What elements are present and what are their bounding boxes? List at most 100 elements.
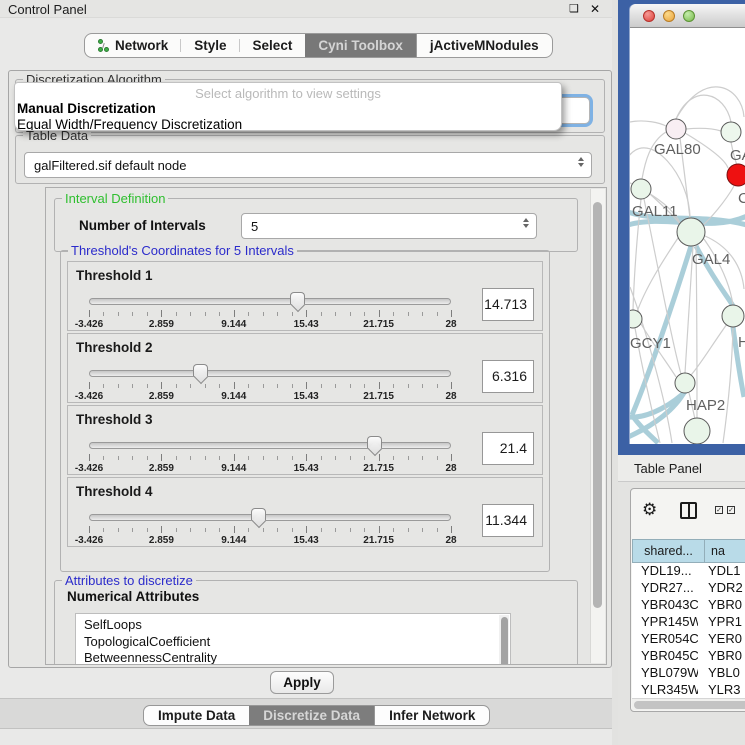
threshold-2-label: Threshold 2 bbox=[76, 340, 153, 355]
table-row[interactable]: YBR043CYBR0 bbox=[632, 597, 745, 614]
node-label: GAL11 bbox=[632, 203, 678, 220]
node-label: GA bbox=[730, 147, 745, 164]
attributes-group-label: Attributes to discretize bbox=[62, 573, 196, 588]
list-item[interactable]: BetweennessCentrality bbox=[84, 650, 510, 665]
table-row[interactable]: YLR345WYLR3 bbox=[632, 682, 745, 698]
column-header-shared[interactable]: shared... bbox=[632, 539, 705, 563]
threshold-1-slider[interactable] bbox=[89, 298, 451, 305]
threshold-2-value-field[interactable]: 6.316 bbox=[482, 360, 534, 393]
network-window-titlebar[interactable] bbox=[630, 4, 745, 28]
tab-impute-data[interactable]: Impute Data bbox=[144, 706, 249, 725]
minimize-traffic-icon[interactable] bbox=[663, 10, 675, 22]
table-panel-title: Table Panel bbox=[634, 461, 702, 476]
threshold-3-block: Threshold 3 -3.4262.8599.14415.4321.7152… bbox=[67, 405, 543, 475]
threshold-3-value-field[interactable]: 21.4 bbox=[482, 432, 534, 465]
threshold-list: Threshold 1 -3.4262.8599.14415.4321.7152… bbox=[67, 261, 543, 549]
columns-icon[interactable] bbox=[680, 502, 697, 519]
bottom-tab-band: Impute Data Discretize Data Infer Networ… bbox=[0, 698, 620, 729]
threshold-1-slider-thumb[interactable] bbox=[290, 292, 305, 304]
attributes-group: Attributes to discretize Numerical Attri… bbox=[54, 580, 578, 665]
threshold-3-slider-thumb[interactable] bbox=[367, 436, 382, 448]
threshold-1-block: Threshold 1 -3.4262.8599.14415.4321.7152… bbox=[67, 261, 543, 331]
table-toolbar: ⚙ ✓ ✓ bbox=[631, 489, 745, 537]
table-row[interactable]: YDR27...YDR2 bbox=[632, 580, 745, 597]
thresholds-group-label: Threshold's Coordinates for 5 Intervals bbox=[68, 243, 297, 258]
table-row[interactable]: YBL079WYBL0 bbox=[632, 665, 745, 682]
threshold-4-block: Threshold 4 -3.4262.8599.14415.4321.7152… bbox=[67, 477, 543, 547]
table-data-combobox[interactable]: galFiltered.sif default node bbox=[24, 152, 592, 178]
tab-discretize-data[interactable]: Discretize Data bbox=[249, 706, 374, 725]
tab-network[interactable]: Network bbox=[85, 34, 181, 57]
table-h-scrollbar[interactable] bbox=[632, 698, 745, 710]
node-h[interactable] bbox=[722, 305, 744, 327]
tab-cyni-toolbox[interactable]: Cyni Toolbox bbox=[305, 34, 416, 57]
threshold-4-label: Threshold 4 bbox=[76, 484, 153, 499]
node-bottom[interactable] bbox=[684, 418, 710, 444]
network-canvas[interactable]: GAL80 GA C GAL11 GAL4 GCY1 H HAP2 bbox=[630, 29, 745, 444]
thresholds-group: Threshold's Coordinates for 5 Intervals … bbox=[60, 250, 550, 572]
network-icon bbox=[98, 39, 110, 53]
table-row[interactable]: YBR045CYBR0 bbox=[632, 648, 745, 665]
threshold-3-slider[interactable] bbox=[89, 442, 451, 449]
node-gal11[interactable] bbox=[631, 179, 651, 199]
tab-jactivemnodules[interactable]: jActiveMNodules bbox=[416, 34, 552, 57]
tab-style[interactable]: Style bbox=[181, 34, 239, 57]
node-label: GAL80 bbox=[654, 141, 701, 158]
node-gcy1[interactable] bbox=[630, 310, 642, 328]
zoom-traffic-icon[interactable] bbox=[683, 10, 695, 22]
checkbox-icon[interactable]: ✓ bbox=[727, 506, 735, 514]
apply-button[interactable]: Apply bbox=[270, 671, 334, 694]
combo-stepper-icon bbox=[523, 218, 529, 228]
threshold-4-value-field[interactable]: 11.344 bbox=[482, 504, 534, 537]
node-red-selected[interactable] bbox=[727, 164, 745, 186]
number-of-intervals-combobox[interactable]: 5 bbox=[241, 213, 537, 239]
algorithm-dropdown-popup: Select algorithm to view settings Manual… bbox=[14, 82, 562, 131]
panel-scrollbar[interactable] bbox=[590, 189, 605, 663]
checkbox-icon[interactable]: ✓ bbox=[715, 506, 723, 514]
table-panel-titlebar: Table Panel bbox=[618, 455, 745, 482]
node-gal80[interactable] bbox=[666, 119, 686, 139]
table-row[interactable]: YDL19...YDL1 bbox=[632, 563, 745, 580]
tab-select[interactable]: Select bbox=[240, 34, 306, 57]
list-scrollbar[interactable] bbox=[499, 615, 509, 665]
network-window[interactable]: GAL80 GA C GAL11 GAL4 GCY1 H HAP2 bbox=[630, 4, 745, 444]
gear-icon[interactable]: ⚙ bbox=[642, 500, 657, 520]
threshold-4-slider-thumb[interactable] bbox=[251, 508, 266, 520]
threshold-4-slider[interactable] bbox=[89, 514, 451, 521]
list-item[interactable]: TopologicalCoefficient bbox=[84, 634, 510, 651]
list-item[interactable]: SelfLoops bbox=[84, 617, 510, 634]
network-desktop: GAL80 GA C GAL11 GAL4 GCY1 H HAP2 bbox=[618, 0, 745, 455]
panel-title: Control Panel bbox=[8, 2, 87, 17]
threshold-2-block: Threshold 2 -3.4262.8599.14415.4321.7152… bbox=[67, 333, 543, 403]
node-label: HAP2 bbox=[686, 397, 725, 414]
numerical-attributes-list[interactable]: SelfLoops TopologicalCoefficient Between… bbox=[75, 613, 511, 665]
node-ga[interactable] bbox=[721, 122, 741, 142]
node-label: H bbox=[738, 334, 745, 351]
node-table-rows: YDL19...YDL1YDR27...YDR2YBR043CYBR0YPR14… bbox=[632, 563, 745, 698]
tab-infer-network[interactable]: Infer Network bbox=[374, 706, 489, 725]
float-icon[interactable]: ❑ bbox=[569, 3, 579, 15]
table-row[interactable]: YPR145WYPR1 bbox=[632, 614, 745, 631]
control-panel-tabs: Network Style Select Cyni Toolbox jActiv… bbox=[84, 33, 553, 58]
close-traffic-icon[interactable] bbox=[643, 10, 655, 22]
column-header-name[interactable]: na bbox=[705, 539, 745, 563]
threshold-1-value-field[interactable]: 14.713 bbox=[482, 288, 534, 321]
cyni-toolbox-panel: Discretization Algorithm Table Data galF… bbox=[8, 70, 612, 668]
threshold-2-slider-thumb[interactable] bbox=[193, 364, 208, 376]
node-label: GCY1 bbox=[630, 335, 671, 352]
threshold-2-slider[interactable] bbox=[89, 370, 451, 377]
menu-item-manual-discretization[interactable]: Manual Discretization bbox=[15, 101, 561, 117]
node-label: GAL4 bbox=[692, 251, 730, 268]
node-hap2[interactable] bbox=[675, 373, 695, 393]
menu-item-equal-width-frequency[interactable]: Equal Width/Frequency Discretization bbox=[15, 117, 561, 132]
threshold-3-label: Threshold 3 bbox=[76, 412, 153, 427]
table-header-row: shared... na bbox=[632, 539, 745, 563]
combo-stepper-icon bbox=[578, 157, 584, 167]
algorithm-placeholder: Select algorithm to view settings bbox=[15, 86, 561, 101]
close-icon[interactable]: ✕ bbox=[590, 3, 600, 15]
node-gal4[interactable] bbox=[677, 218, 705, 246]
bottom-tabs: Impute Data Discretize Data Infer Networ… bbox=[143, 705, 490, 726]
number-of-intervals-label: Number of Intervals bbox=[79, 218, 206, 233]
table-row[interactable]: YER054CYER0 bbox=[632, 631, 745, 648]
settings-scroll-panel: Interval Definition Number of Intervals … bbox=[45, 187, 607, 665]
